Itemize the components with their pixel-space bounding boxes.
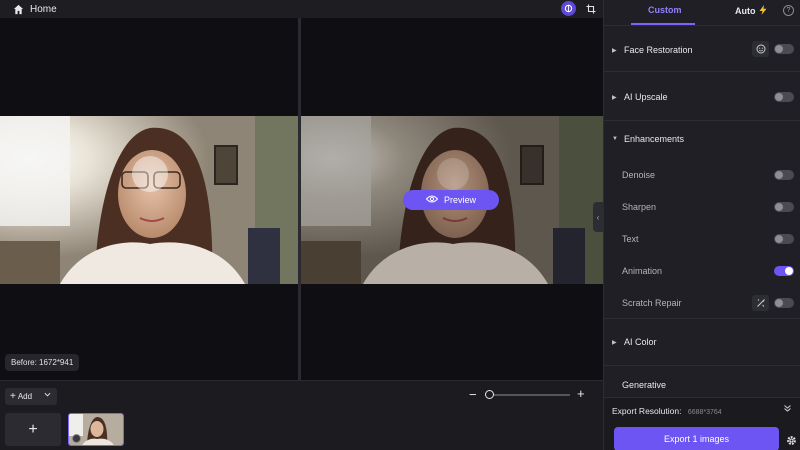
- sharpen-toggle[interactable]: [774, 202, 794, 212]
- animation-label: Animation: [622, 266, 663, 276]
- face-settings-icon[interactable]: [752, 41, 769, 57]
- status-badge: [72, 434, 81, 443]
- crop-icon[interactable]: [583, 1, 598, 16]
- ai-upscale-toggle[interactable]: [774, 92, 794, 102]
- denoise-label: Denoise: [622, 170, 656, 180]
- generative-label: Generative: [622, 380, 667, 390]
- home-link[interactable]: Home: [30, 4, 57, 15]
- sharpen-label: Sharpen: [622, 202, 657, 212]
- scratch-repair-settings-icon[interactable]: [752, 295, 769, 311]
- filmstrip-bar: + Add + − +: [0, 380, 603, 450]
- face-restoration-toggle[interactable]: [774, 44, 794, 54]
- add-image-tile[interactable]: +: [5, 413, 61, 446]
- export-area: Export Resolution: 6688*3764 Export 1 im…: [604, 397, 800, 450]
- export-resolution-label: Export Resolution:: [612, 406, 682, 416]
- section-face-restoration[interactable]: ▶ Face Restoration: [612, 45, 693, 55]
- export-button[interactable]: Export 1 images: [614, 427, 779, 450]
- eye-icon: [425, 195, 439, 205]
- settings-panel: Custom Auto ? ▶ Face Restoration ▶ AI Up…: [603, 0, 800, 450]
- section-divider: [604, 318, 800, 319]
- caret-right-icon: ▶: [612, 94, 617, 101]
- caret-right-icon: ▶: [612, 339, 617, 346]
- section-ai-upscale[interactable]: ▶ AI Upscale: [612, 92, 668, 102]
- section-enhancements[interactable]: ▼ Enhancements: [612, 134, 684, 144]
- app-window: Home Before: 1672*941 Preview ‹ + Add + …: [0, 0, 800, 450]
- preview-button[interactable]: Preview: [403, 190, 499, 210]
- before-image: [0, 116, 298, 284]
- tab-auto-label: Auto: [735, 6, 756, 16]
- zoom-out-button[interactable]: −: [469, 388, 477, 402]
- gear-icon[interactable]: [786, 433, 797, 450]
- zoom-in-button[interactable]: +: [577, 387, 585, 401]
- scratch-repair-label: Scratch Repair: [622, 298, 682, 308]
- chevron-down-icon[interactable]: [44, 391, 51, 400]
- image-canvas[interactable]: Before: 1672*941 Preview ‹: [0, 18, 603, 380]
- text-label: Text: [622, 234, 639, 244]
- caret-down-icon: ▼: [612, 136, 618, 142]
- add-label: Add: [17, 392, 33, 401]
- home-icon[interactable]: [11, 2, 25, 16]
- compare-icon[interactable]: [561, 1, 576, 16]
- zoom-slider-handle[interactable]: [485, 390, 494, 399]
- scratch-repair-toggle[interactable]: [774, 298, 794, 308]
- face-restoration-label: Face Restoration: [624, 45, 693, 55]
- ai-color-label: AI Color: [624, 337, 657, 347]
- export-resolution: Export Resolution: 6688*3764: [612, 406, 722, 416]
- section-generative[interactable]: Generative: [622, 380, 666, 390]
- lightning-icon: [759, 5, 767, 17]
- caret-right-icon: ▶: [612, 47, 617, 54]
- help-icon[interactable]: ?: [783, 5, 794, 16]
- plus-icon: +: [10, 391, 16, 402]
- active-tab-indicator: [631, 23, 695, 25]
- section-divider: [604, 71, 800, 72]
- add-button[interactable]: + Add: [5, 388, 57, 405]
- ai-upscale-label: AI Upscale: [624, 92, 668, 102]
- animation-toggle[interactable]: [774, 266, 794, 276]
- before-resolution-label: Before: 1672*941: [5, 354, 80, 371]
- section-divider: [604, 365, 800, 366]
- text-toggle[interactable]: [774, 234, 794, 244]
- image-thumbnail[interactable]: [68, 413, 124, 446]
- chevron-left-icon: ‹: [596, 212, 600, 222]
- preview-label: Preview: [443, 195, 476, 205]
- denoise-toggle[interactable]: [774, 170, 794, 180]
- top-bar: Home: [0, 0, 603, 18]
- mode-tabs: Custom Auto ?: [604, 0, 800, 26]
- section-ai-color[interactable]: ▶ AI Color: [612, 337, 657, 347]
- collapse-panel-handle[interactable]: ‹: [593, 202, 603, 232]
- double-chevron-down-icon[interactable]: [783, 404, 792, 415]
- tab-auto[interactable]: Auto: [735, 5, 767, 17]
- zoom-slider[interactable]: [490, 394, 570, 396]
- export-resolution-value: 6688*3764: [687, 409, 722, 416]
- enhancements-label: Enhancements: [624, 134, 685, 144]
- section-divider: [604, 120, 800, 121]
- tab-custom[interactable]: Custom: [648, 5, 682, 15]
